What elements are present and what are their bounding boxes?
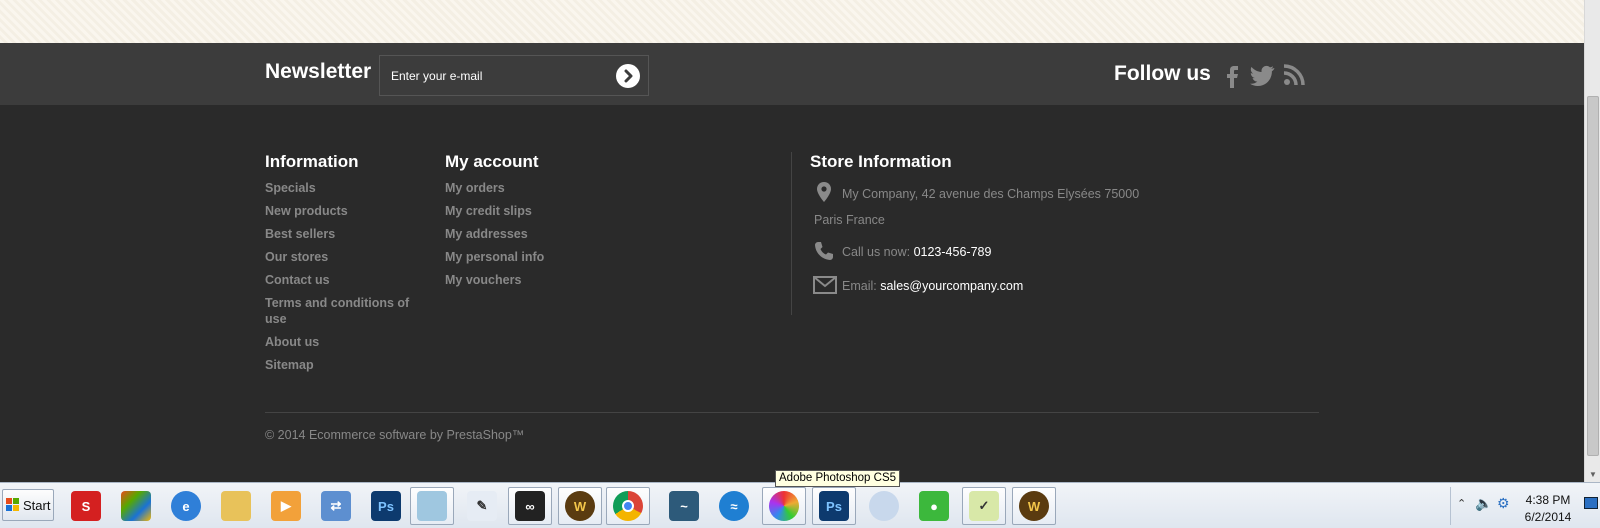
color-picker-icon <box>769 491 799 521</box>
store-address-line-1: My Company, 42 avenue des Champs Elysées… <box>842 187 1140 201</box>
warcraft-2-icon: W <box>1019 491 1049 521</box>
footer-link-specials[interactable]: Specials <box>265 180 415 196</box>
editor-icon: ✓ <box>969 491 999 521</box>
adobe-icon: S <box>71 491 101 521</box>
chrome-icon <box>613 491 643 521</box>
footer-divider <box>265 412 1319 413</box>
information-title: Information <box>265 152 359 171</box>
taskbar-app-mysql[interactable]: ~ <box>662 487 706 525</box>
scrollbar-thumb[interactable] <box>1587 96 1599 456</box>
warcraft-icon: W <box>565 491 595 521</box>
store-email-line: Email: sales@yourcompany.com <box>842 279 1023 293</box>
newsletter-form <box>379 55 649 96</box>
taskbar-app-transfer[interactable]: ⇄ <box>314 487 358 525</box>
newsletter-submit-button[interactable] <box>616 64 640 88</box>
footer-link-best-sellers[interactable]: Best sellers <box>265 226 415 242</box>
follow-us-title: Follow us <box>1114 62 1211 85</box>
phone-number[interactable]: 0123-456-789 <box>914 245 992 259</box>
mysql-icon: ~ <box>669 491 699 521</box>
footer-link-about-us[interactable]: About us <box>265 334 415 350</box>
footer-link-contact-us[interactable]: Contact us <box>265 272 415 288</box>
taskbar-app-vpn[interactable]: ● <box>912 487 956 525</box>
footer-link-terms[interactable]: Terms and conditions of use <box>265 295 415 327</box>
start-label: Start <box>23 497 51 513</box>
windows-taskbar: Start S e ▶ ⇄ Ps ✎ ∞ W ~ ≈ Ps ● ✓ W ⌃ 🔈 … <box>0 482 1600 528</box>
my-account-title: My account <box>445 152 539 171</box>
taskbar-app-photoshop-active[interactable]: Ps <box>812 487 856 525</box>
footer-link-my-addresses[interactable]: My addresses <box>445 226 615 242</box>
scroll-down-arrow[interactable]: ▼ <box>1585 468 1600 482</box>
twitter-icon[interactable] <box>1250 62 1276 88</box>
footer-link-sitemap[interactable]: Sitemap <box>265 357 415 373</box>
taskbar-app-warcraft-2[interactable]: W <box>1012 487 1056 525</box>
newsletter-bar: Newsletter Follow us <box>0 43 1584 105</box>
information-links: Specials New products Best sellers Our s… <box>265 180 415 380</box>
newsletter-email-input[interactable] <box>391 67 611 85</box>
taskbar-app-warcraft[interactable]: W <box>558 487 602 525</box>
taskbar-app-chrome[interactable] <box>606 487 650 525</box>
taskbar-app-media[interactable]: ▶ <box>264 487 308 525</box>
clock-time[interactable]: 4:38 PM <box>1512 493 1584 507</box>
newsletter-title: Newsletter <box>265 60 372 83</box>
copyright-text: © 2014 Ecommerce software by PrestaShop™ <box>265 428 525 442</box>
disc-icon <box>869 491 899 521</box>
show-hidden-icons-icon[interactable]: ⌃ <box>1457 497 1466 510</box>
email-label: Email: <box>842 279 877 293</box>
phone-label: Call us now: <box>842 245 911 259</box>
volume-icon[interactable]: 🔈 <box>1475 495 1492 512</box>
clock-date[interactable]: 6/2/2014 <box>1512 510 1584 524</box>
taskbar-app-photoshop[interactable]: Ps <box>364 487 408 525</box>
binoculars-icon: ∞ <box>515 491 545 521</box>
footer-link-my-personal-info[interactable]: My personal info <box>445 249 615 265</box>
transfer-icon: ⇄ <box>321 491 351 521</box>
internet-explorer-icon: e <box>171 491 201 521</box>
windows-live-icon <box>121 491 151 521</box>
footer-link-new-products[interactable]: New products <box>265 203 415 219</box>
footer-main: Information Specials New products Best s… <box>0 105 1584 482</box>
taskbar-app-editor[interactable]: ✓ <box>962 487 1006 525</box>
pen-icon: ✎ <box>467 491 497 521</box>
taskbar-app-filezilla[interactable]: ≈ <box>712 487 756 525</box>
my-account-links: My orders My credit slips My addresses M… <box>445 180 615 295</box>
photoshop-active-icon: Ps <box>819 491 849 521</box>
taskbar-app-color[interactable] <box>762 487 806 525</box>
facebook-icon[interactable] <box>1219 62 1245 88</box>
taskbar-app-binoculars[interactable]: ∞ <box>508 487 552 525</box>
show-desktop-icon[interactable] <box>1584 497 1598 509</box>
store-info-divider <box>791 152 792 315</box>
footer-link-my-vouchers[interactable]: My vouchers <box>445 272 615 288</box>
taskbar-tooltip: Adobe Photoshop CS5 <box>775 470 901 487</box>
filezilla-icon: ≈ <box>719 491 749 521</box>
store-phone-line: Call us now: 0123-456-789 <box>842 245 991 259</box>
envelope-icon <box>813 276 837 294</box>
taskbar-app-adobe[interactable]: S <box>64 487 108 525</box>
notepad-icon <box>417 491 447 521</box>
taskbar-app-live[interactable] <box>114 487 158 525</box>
photoshop-icon: Ps <box>371 491 401 521</box>
store-address-line-2: Paris France <box>814 213 885 227</box>
taskbar-app-ie[interactable]: e <box>164 487 208 525</box>
chevron-right-icon <box>624 69 633 83</box>
taskbar-app-explorer[interactable] <box>214 487 258 525</box>
taskbar-app-notepad[interactable] <box>410 487 454 525</box>
store-info-title: Store Information <box>810 152 952 171</box>
footer-link-our-stores[interactable]: Our stores <box>265 249 415 265</box>
taskbar-app-pen[interactable]: ✎ <box>460 487 504 525</box>
windows-logo-icon <box>6 498 19 511</box>
file-explorer-icon <box>221 491 251 521</box>
phone-icon <box>815 242 833 260</box>
email-link[interactable]: sales@yourcompany.com <box>880 279 1023 293</box>
vpn-icon: ● <box>919 491 949 521</box>
taskbar-app-disc[interactable] <box>862 487 906 525</box>
media-player-icon: ▶ <box>271 491 301 521</box>
footer-link-my-credit-slips[interactable]: My credit slips <box>445 203 615 219</box>
network-icon[interactable]: ⚙ <box>1497 495 1510 512</box>
start-button[interactable]: Start <box>2 489 54 521</box>
page-scrollbar[interactable]: ▼ <box>1584 0 1600 482</box>
page-background-strip <box>0 0 1584 43</box>
footer-link-my-orders[interactable]: My orders <box>445 180 615 196</box>
rss-icon[interactable] <box>1281 62 1307 88</box>
map-marker-icon <box>817 182 831 202</box>
